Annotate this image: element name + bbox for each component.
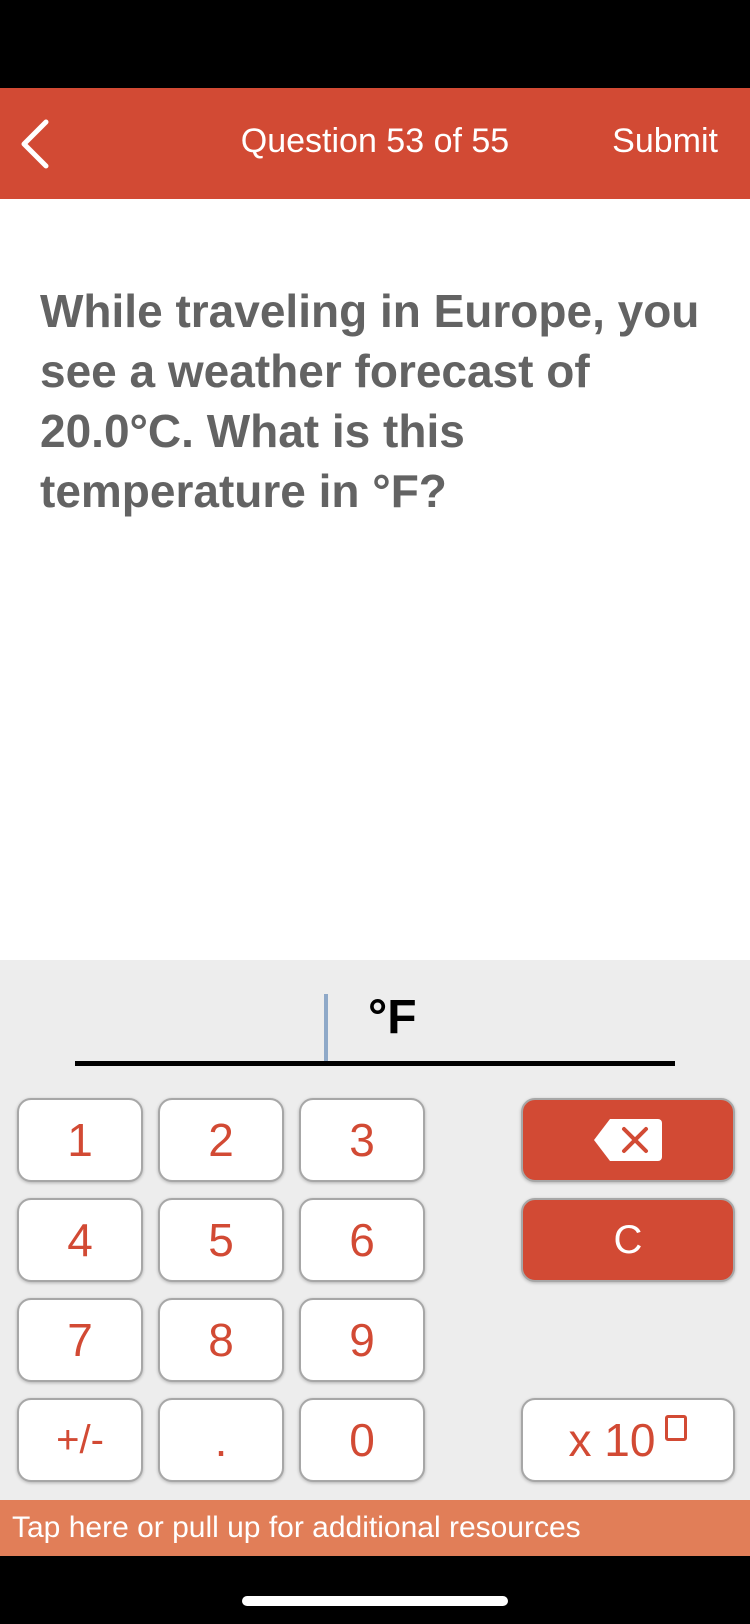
key-0[interactable]: 0 bbox=[299, 1398, 425, 1482]
key-3[interactable]: 3 bbox=[299, 1098, 425, 1182]
exponent-button[interactable]: x 10 bbox=[521, 1398, 735, 1482]
key-1[interactable]: 1 bbox=[17, 1098, 143, 1182]
clear-button[interactable]: C bbox=[521, 1198, 735, 1282]
answer-unit: °F bbox=[368, 991, 417, 1044]
key-6[interactable]: 6 bbox=[299, 1198, 425, 1282]
key-5[interactable]: 5 bbox=[158, 1198, 284, 1282]
back-button[interactable] bbox=[14, 114, 64, 174]
key-7[interactable]: 7 bbox=[17, 1298, 143, 1382]
status-bar bbox=[0, 0, 750, 88]
key-2[interactable]: 2 bbox=[158, 1098, 284, 1182]
key-decimal[interactable]: . bbox=[158, 1398, 284, 1482]
resources-bar[interactable]: Tap here or pull up for additional resou… bbox=[0, 1500, 750, 1556]
key-4[interactable]: 4 bbox=[17, 1198, 143, 1282]
question-area: While traveling in Europe, you see a wea… bbox=[0, 199, 750, 960]
exponent-label: x 10 bbox=[568, 1414, 656, 1466]
submit-button[interactable]: Submit bbox=[612, 122, 718, 161]
chevron-left-icon bbox=[21, 119, 49, 169]
key-9[interactable]: 9 bbox=[299, 1298, 425, 1382]
question-text: While traveling in Europe, you see a wea… bbox=[40, 285, 700, 517]
answer-input[interactable]: °F bbox=[75, 970, 675, 1066]
question-counter: Question 53 of 55 bbox=[240, 122, 510, 160]
header-bar: Question 53 of 55 Submit bbox=[0, 88, 750, 199]
answer-panel: °F 1 2 3 4 5 6 C 7 8 9 +/- . 0 x 10 bbox=[0, 960, 750, 1500]
backspace-icon bbox=[594, 1119, 662, 1161]
key-8[interactable]: 8 bbox=[158, 1298, 284, 1382]
key-plus-minus[interactable]: +/- bbox=[17, 1398, 143, 1482]
text-cursor bbox=[324, 994, 328, 1062]
backspace-button[interactable] bbox=[521, 1098, 735, 1182]
answer-underline bbox=[75, 1061, 675, 1066]
home-indicator[interactable] bbox=[242, 1596, 508, 1606]
exponent-box-icon bbox=[665, 1415, 688, 1441]
